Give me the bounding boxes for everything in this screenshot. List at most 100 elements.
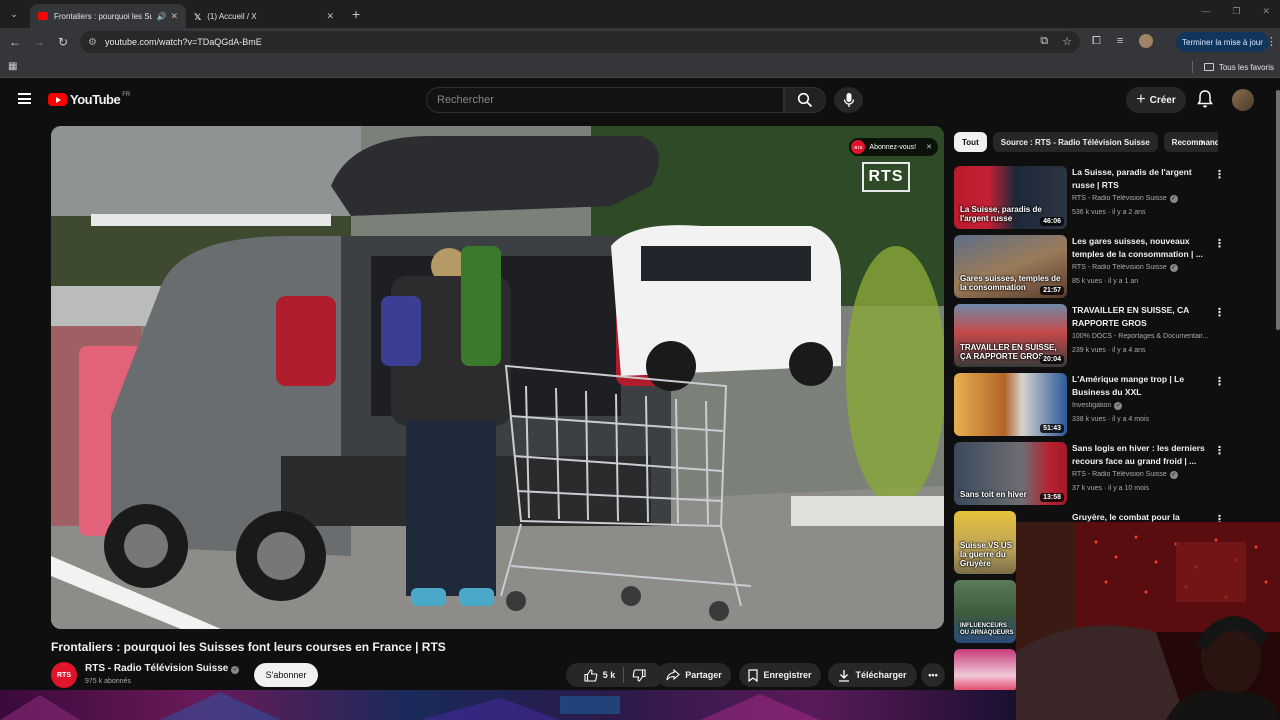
- tab-search-button[interactable]: ⌄: [4, 4, 24, 24]
- channel-name-text: RTS - Radio Télévision Suisse: [85, 663, 229, 674]
- chip-all[interactable]: Tout: [954, 132, 987, 152]
- filter-chips: Tout Source : RTS - Radio Télévision Sui…: [954, 132, 1218, 152]
- notifications-bell-icon[interactable]: [1196, 89, 1214, 109]
- verified-check-icon: ✓: [1169, 195, 1178, 203]
- download-button[interactable]: Télécharger: [828, 663, 917, 687]
- background-image: [0, 690, 1016, 720]
- search-input[interactable]: Rechercher: [426, 87, 784, 113]
- video-thumbnail[interactable]: 51:43: [954, 373, 1067, 436]
- more-vertical-icon[interactable]: ⋮: [1214, 444, 1225, 457]
- verified-check-icon: ✓: [1169, 471, 1178, 479]
- update-button[interactable]: Terminer la mise à jour: [1176, 32, 1269, 52]
- video-thumbnail[interactable]: TRAVAILLER EN SUISSE, ÇA RAPPORTE GROS 2…: [954, 304, 1067, 367]
- browser-tab-strip: ⌄ Frontaliers : pourquoi les Su 🔊 ✕ 𝕏 (1…: [0, 0, 1280, 28]
- youtube-wordmark: YouTube: [70, 92, 121, 107]
- close-window-icon[interactable]: ✕: [1262, 6, 1270, 17]
- extensions-icon[interactable]: ⧠: [1092, 35, 1101, 48]
- minimize-icon[interactable]: —: [1201, 6, 1210, 17]
- rts-watermark: RTS: [862, 162, 910, 192]
- subscribe-overlay[interactable]: RTS Abonnez-vous! ✕: [849, 138, 938, 156]
- save-button[interactable]: Enregistrer: [739, 663, 821, 687]
- thumbnail-caption: Sans toit en hiver: [960, 490, 1027, 499]
- duration-badge: 13:58: [1040, 493, 1064, 502]
- thumbnail-caption: Suisse VS US la guerre du Gruyère: [960, 541, 1013, 568]
- verified-check-icon: ✓: [1169, 264, 1178, 272]
- chip-recommended[interactable]: Recommandations: [1163, 132, 1218, 152]
- channel-avatar[interactable]: RTS: [51, 662, 77, 688]
- recommendation-item[interactable]: Sans toit en hiver 13:58 Sans logis en h…: [954, 440, 1226, 509]
- dislike-button[interactable]: [624, 663, 654, 687]
- bookmark-star-icon[interactable]: ☆: [1062, 35, 1072, 48]
- reading-list-icon[interactable]: ≡: [1117, 35, 1123, 47]
- more-actions-button[interactable]: •••: [921, 663, 945, 687]
- search-button[interactable]: [784, 87, 826, 113]
- video-thumbnail[interactable]: Sans toit en hiver 13:58: [954, 442, 1067, 505]
- recommendation-title[interactable]: Les gares suisses, nouveaux temples de l…: [1072, 235, 1212, 261]
- divider: [1191, 61, 1193, 73]
- webcam-feed: [1016, 522, 1280, 720]
- video-thumbnail[interactable]: Gares suisses, temples de la consommatio…: [954, 235, 1067, 298]
- chevron-right-icon[interactable]: ›: [1200, 135, 1204, 149]
- recommendation-channel: 100% DOCS - Reportages & Documentair...: [1072, 333, 1209, 340]
- menu-icon[interactable]: [18, 93, 31, 104]
- video-player[interactable]: RTS Abonnez-vous! ✕ RTS: [51, 126, 944, 629]
- browser-menu-icon[interactable]: ⋮: [1266, 35, 1277, 48]
- back-icon[interactable]: ←: [6, 35, 24, 49]
- close-tab-icon[interactable]: ✕: [326, 11, 334, 22]
- share-button[interactable]: Partager: [657, 663, 731, 687]
- recommendation-item[interactable]: 51:43 L'Amérique mange trop | Le Busines…: [954, 371, 1226, 440]
- recommendation-item[interactable]: La Suisse, paradis de l'argent russe 46:…: [954, 164, 1226, 233]
- channel-row: RTS RTS - Radio Télévision Suisse ✓ 975 k…: [51, 660, 945, 690]
- recommendation-item[interactable]: TRAVAILLER EN SUISSE, ÇA RAPPORTE GROS 2…: [954, 302, 1226, 371]
- tab-youtube[interactable]: Frontaliers : pourquoi les Su 🔊 ✕: [30, 4, 186, 28]
- thumbnail-caption: INFLUENCEURS OU ARNAQUEURS: [960, 623, 1014, 636]
- like-count: 5 k: [602, 670, 616, 680]
- maximize-icon[interactable]: ❐: [1232, 6, 1240, 17]
- all-bookmarks-button[interactable]: Tous les favoris: [1191, 61, 1274, 73]
- install-app-icon[interactable]: ⧉: [1040, 35, 1048, 48]
- more-vertical-icon[interactable]: ⋮: [1214, 168, 1225, 181]
- like-button[interactable]: 5 k: [576, 663, 624, 687]
- new-tab-button[interactable]: +: [352, 6, 360, 22]
- forward-icon[interactable]: →: [30, 35, 48, 49]
- address-bar[interactable]: ⚙ youtube.com/watch?v=TDaQGdA-BmE ⧉ ☆: [80, 31, 1080, 53]
- recommendation-title[interactable]: La Suisse, paradis de l'argent russe | R…: [1072, 166, 1212, 192]
- site-info-icon[interactable]: ⚙: [88, 37, 97, 48]
- reload-icon[interactable]: ↻: [54, 35, 72, 49]
- webcam-overlay: [1016, 522, 1280, 720]
- youtube-logo[interactable]: YouTube FR: [48, 92, 130, 107]
- video-thumbnail[interactable]: [954, 649, 1016, 693]
- bookmark-icon: [748, 668, 759, 682]
- channel-name[interactable]: RTS - Radio Télévision Suisse ✓: [85, 663, 240, 674]
- speaker-icon[interactable]: 🔊: [156, 12, 166, 21]
- recommendation-channel-text: Investigation: [1072, 402, 1112, 409]
- more-horizontal-icon: •••: [928, 670, 938, 680]
- video-thumbnail[interactable]: INFLUENCEURS OU ARNAQUEURS: [954, 580, 1016, 643]
- tab-x[interactable]: 𝕏 (1) Accueil / X ✕: [186, 4, 342, 28]
- apps-grid-icon[interactable]: ▦: [8, 61, 17, 72]
- create-label: Créer: [1149, 94, 1176, 106]
- thumbs-up-icon: [584, 668, 598, 682]
- video-thumbnail[interactable]: La Suisse, paradis de l'argent russe 46:…: [954, 166, 1067, 229]
- video-thumbnail[interactable]: Suisse VS US la guerre du Gruyère: [954, 511, 1016, 574]
- subscribe-button[interactable]: S'abonner: [254, 663, 318, 687]
- save-label: Enregistrer: [763, 670, 812, 680]
- more-vertical-icon[interactable]: ⋮: [1214, 237, 1225, 250]
- chip-source[interactable]: Source : RTS - Radio Télévision Suisse: [992, 132, 1158, 152]
- scrollbar-thumb[interactable]: [1276, 90, 1280, 330]
- create-button[interactable]: + Créer: [1126, 87, 1186, 113]
- profile-avatar[interactable]: [1139, 34, 1154, 48]
- plus-icon: +: [1136, 91, 1146, 108]
- more-vertical-icon[interactable]: ⋮: [1214, 306, 1225, 319]
- close-overlay-icon[interactable]: ✕: [926, 143, 932, 151]
- youtube-favicon-icon: [38, 12, 48, 20]
- voice-search-button[interactable]: [834, 87, 863, 113]
- subscriber-count: 975 k abonnés: [85, 678, 131, 685]
- close-tab-icon[interactable]: ✕: [170, 11, 178, 22]
- recommendation-title[interactable]: L'Amérique mange trop | Le Business du X…: [1072, 373, 1212, 399]
- recommendation-title[interactable]: TRAVAILLER EN SUISSE, CA RAPPORTE GROS: [1072, 304, 1212, 330]
- more-vertical-icon[interactable]: ⋮: [1214, 375, 1225, 388]
- user-avatar[interactable]: [1232, 89, 1254, 111]
- recommendation-item[interactable]: Gares suisses, temples de la consommatio…: [954, 233, 1226, 302]
- recommendation-title[interactable]: Sans logis en hiver : les derniers recou…: [1072, 442, 1212, 468]
